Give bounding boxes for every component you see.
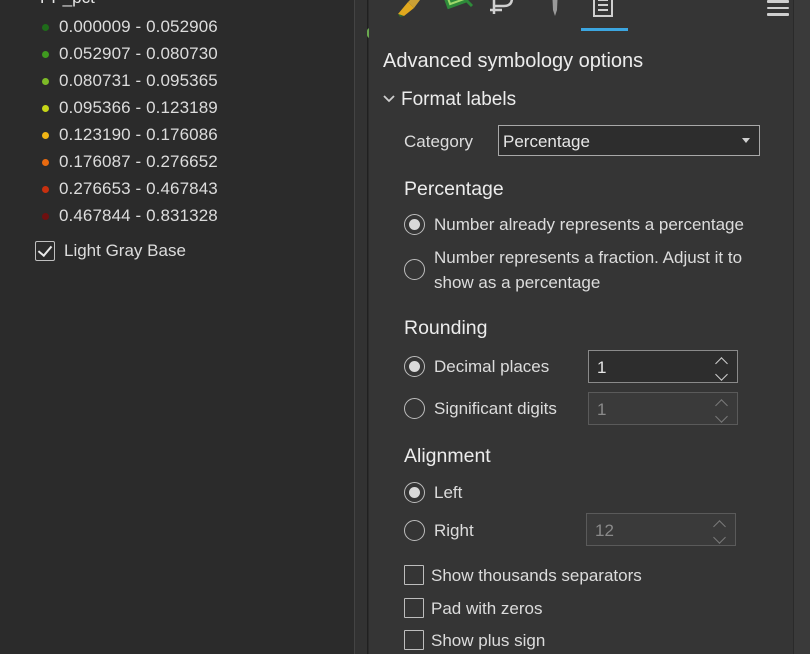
already-percentage-label: Number already represents a percentage [434, 215, 744, 234]
legend-label: 0.176087 - 0.276652 [59, 152, 218, 171]
radio-decimal-places[interactable] [404, 356, 425, 377]
legend-swatch [42, 104, 49, 112]
contents-pane: PP_pct 0.000009 - 0.052906 0.052907 - 0.… [0, 0, 354, 654]
chevron-down-icon [713, 531, 726, 544]
base-layer-label: Light Gray Base [64, 241, 186, 260]
legend-swatch [42, 131, 49, 139]
legend-item: 0.467844 - 0.831328 [40, 204, 218, 228]
legend-swatch [42, 77, 49, 85]
legend-item: 0.000009 - 0.052906 [40, 15, 218, 39]
legend-item: 0.123190 - 0.176086 [40, 123, 218, 147]
legend-label: 0.095366 - 0.123189 [59, 98, 218, 117]
chevron-down-icon[interactable] [382, 92, 396, 106]
legend-swatch [42, 50, 49, 58]
menu-icon[interactable] [767, 0, 789, 16]
fraction-label-line2: show as a percentage [434, 273, 601, 292]
legend-item: 0.080731 - 0.095365 [40, 69, 218, 93]
rounding-heading: Rounding [404, 317, 488, 339]
active-tab-indicator [581, 28, 628, 31]
legend-swatch [42, 23, 49, 31]
legend-label: 0.080731 - 0.095365 [59, 71, 218, 90]
advanced-options-icon[interactable] [584, 0, 620, 18]
category-value: Percentage [503, 132, 590, 151]
base-layer-checkbox[interactable] [35, 241, 55, 261]
fraction-label-line1: Number represents a fraction. Adjust it … [434, 248, 743, 267]
significant-digits-stepper[interactable]: 1 [588, 392, 738, 425]
panel-scrollbar[interactable] [793, 0, 810, 654]
panel-title: Advanced symbology options [383, 50, 644, 72]
radio-align-left[interactable] [404, 482, 425, 503]
base-layer-row[interactable]: Light Gray Base [35, 241, 186, 261]
show-plus-checkbox[interactable] [404, 630, 424, 650]
layer-title[interactable]: PP_pct [40, 0, 95, 8]
decimal-places-label: Decimal places [434, 357, 550, 376]
align-right-label: Right [434, 521, 474, 540]
align-right-stepper[interactable]: 12 [586, 513, 736, 546]
alignment-heading: Alignment [404, 445, 491, 467]
pad-zeros-checkbox[interactable] [404, 598, 424, 618]
dropdown-caret-icon [742, 138, 750, 143]
category-label: Category [404, 132, 473, 151]
label-text-icon[interactable] [484, 0, 520, 18]
thousands-separator-label: Show thousands separators [431, 566, 642, 585]
legend-item: 0.276653 - 0.467843 [40, 177, 218, 201]
significant-digits-value: 1 [597, 400, 607, 419]
legend-item: 0.052907 - 0.080730 [40, 42, 218, 66]
legend-label: 0.052907 - 0.080730 [59, 44, 218, 63]
format-labels-header[interactable]: Format labels [401, 89, 516, 111]
legend-item: 0.176087 - 0.276652 [40, 150, 218, 174]
radio-already-percentage[interactable] [404, 214, 425, 235]
legend-item: 0.095366 - 0.123189 [40, 96, 218, 120]
radio-fraction[interactable] [404, 259, 425, 280]
pane-splitter[interactable] [354, 0, 373, 654]
chevron-down-icon [715, 410, 728, 423]
legend-swatch [42, 212, 49, 220]
legend-label: 0.000009 - 0.052906 [59, 17, 218, 36]
radio-significant-digits[interactable] [404, 398, 425, 419]
align-left-label: Left [434, 483, 463, 502]
significant-digits-label: Significant digits [434, 399, 557, 418]
legend-swatch [42, 185, 49, 193]
radio-align-right[interactable] [404, 520, 425, 541]
decimal-places-stepper[interactable]: 1 [588, 350, 738, 383]
category-dropdown[interactable]: Percentage [498, 125, 760, 156]
legend-label: 0.276653 - 0.467843 [59, 179, 218, 198]
pin-icon[interactable] [537, 0, 573, 18]
legend-label: 0.123190 - 0.176086 [59, 125, 218, 144]
align-right-value: 12 [595, 521, 614, 540]
chevron-down-icon[interactable] [715, 368, 728, 381]
thousands-separator-checkbox[interactable] [404, 565, 424, 585]
legend-label: 0.467844 - 0.831328 [59, 206, 218, 225]
vary-symbology-icon[interactable] [438, 0, 474, 18]
legend-swatch [42, 158, 49, 166]
show-plus-label: Show plus sign [431, 631, 546, 650]
percentage-heading: Percentage [404, 178, 504, 200]
paintbrush-icon[interactable] [394, 0, 430, 18]
pad-zeros-label: Pad with zeros [431, 599, 543, 618]
decimal-places-value: 1 [597, 358, 607, 377]
